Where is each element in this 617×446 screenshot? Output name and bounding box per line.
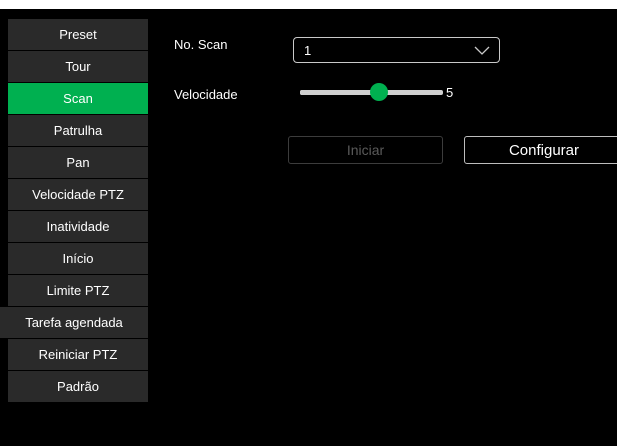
speed-label: Velocidade <box>174 87 238 102</box>
ptz-function-menu: Preset Tour Scan Patrulha Pan Velocidade… <box>0 19 148 403</box>
speed-value: 5 <box>446 85 454 100</box>
scan-number-select[interactable]: 1 <box>293 37 500 63</box>
menu-item-reiniciar-ptz[interactable]: Reiniciar PTZ <box>8 339 148 370</box>
menu-item-tarefa-agendada[interactable]: Tarefa agendada <box>0 307 148 338</box>
speed-slider-handle[interactable] <box>369 83 388 101</box>
start-button[interactable]: Iniciar <box>288 136 443 164</box>
configure-button[interactable]: Configurar <box>464 136 617 164</box>
menu-item-limite-ptz[interactable]: Limite PTZ <box>8 275 148 306</box>
menu-item-tour[interactable]: Tour <box>8 51 148 82</box>
menu-item-padrao[interactable]: Padrão <box>8 371 148 402</box>
menu-item-inatividade[interactable]: Inatividade <box>8 211 148 242</box>
speed-slider-fill <box>300 90 379 95</box>
scan-number-value: 1 <box>304 42 312 58</box>
menu-item-velocidade-ptz[interactable]: Velocidade PTZ <box>8 179 148 210</box>
menu-item-inicio[interactable]: Início <box>8 243 148 274</box>
menu-item-patrulha[interactable]: Patrulha <box>8 115 148 146</box>
scan-number-label: No. Scan <box>174 37 228 52</box>
menu-item-scan[interactable]: Scan <box>8 83 148 114</box>
menu-item-pan[interactable]: Pan <box>8 147 148 178</box>
menu-item-preset[interactable]: Preset <box>8 19 148 50</box>
chevron-down-icon <box>474 46 490 55</box>
